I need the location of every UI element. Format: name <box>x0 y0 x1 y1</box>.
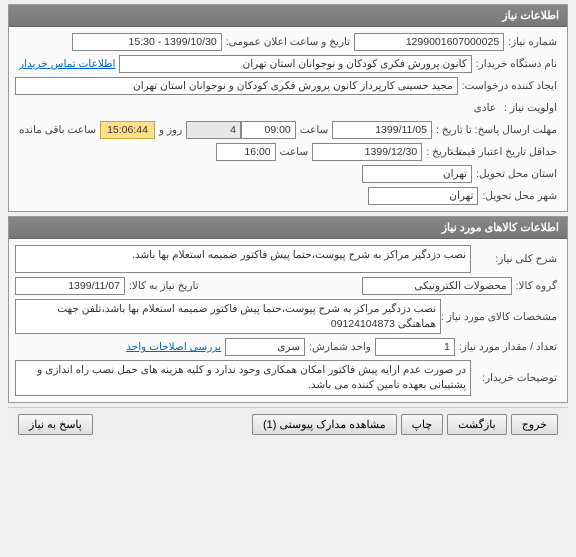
row-deadline: مهلت ارسال پاسخ: تا تاریخ : 1399/11/05 س… <box>15 119 561 141</box>
label-validity-time: ساعت <box>276 146 313 158</box>
row-group: گروه کالا: محصولات الکترونیکی تاریخ نیاز… <box>15 275 561 297</box>
field-general-desc[interactable]: نصب دزدگیر مراکز به شرح پیوست،حتما پیش ف… <box>15 245 471 273</box>
panel1-header: اطلاعات نیاز <box>9 5 567 27</box>
field-group[interactable]: محصولات الکترونیکی <box>362 277 512 295</box>
field-buyer-name[interactable]: کانون پرورش فکری کودکان و نوجوانان استان… <box>119 55 471 73</box>
button-bar: خروج بازگشت چاپ مشاهده مدارک پیوستی (1) … <box>8 407 568 441</box>
need-info-panel: اطلاعات نیاز شماره نیاز: 129900160700002… <box>8 4 568 212</box>
spacer <box>97 414 248 435</box>
field-validity-date[interactable]: 1399/12/30 <box>312 143 422 161</box>
row-priority: اولویت نیاز : عادی <box>15 97 561 119</box>
label-need-date: تاریخ نیاز به کالا: <box>125 280 203 292</box>
label-city: شهر محل تحویل: <box>478 190 561 202</box>
field-validity-time[interactable]: 16:00 <box>216 143 276 161</box>
row-need-number: شماره نیاز: 1299001607000025 تاریخ و ساع… <box>15 31 561 53</box>
label-group: گروه کالا: <box>512 280 561 292</box>
label-buyer-notes: توضیحات خریدار: <box>471 372 561 384</box>
row-specs: مشخصات کالای مورد نیاز : نصب دزدگیر مراک… <box>15 297 561 336</box>
label-unit: واحد شمارش: <box>305 341 375 353</box>
row-city: شهر محل تحویل: تهران <box>15 185 561 207</box>
label-specs: مشخصات کالای مورد نیاز : <box>441 311 561 323</box>
label-creator: ایجاد کننده درخواست: <box>458 80 561 92</box>
panel1-body: شماره نیاز: 1299001607000025 تاریخ و ساع… <box>9 27 567 211</box>
field-specs[interactable]: نصب دزدگیر مراکز به شرح پیوست،حتما پیش ف… <box>15 299 441 334</box>
row-min-validity: حداقل تاریخ اعتبار قیمت: تا تاریخ : 1399… <box>15 141 561 163</box>
goods-info-panel: اطلاعات کالاهای مورد نیاز شرح کلی نیاز: … <box>8 216 568 403</box>
label-general-desc: شرح کلی نیاز: <box>471 253 561 265</box>
field-need-number[interactable]: 1299001607000025 <box>354 33 504 51</box>
field-quantity[interactable]: 1 <box>375 338 455 356</box>
field-province[interactable]: تهران <box>362 165 472 183</box>
back-button[interactable]: بازگشت <box>447 414 507 435</box>
label-days-and: روز و <box>155 124 186 136</box>
label-announce-date: تاریخ و ساعت اعلان عمومی: <box>222 36 354 48</box>
label-until-date: تا تاریخ : <box>422 146 466 158</box>
field-creator[interactable]: مجید حسینی کارپرداز کانون پرورش فکری کود… <box>15 77 458 95</box>
link-unit-review[interactable]: بررسی اصلاحات واحد <box>122 341 225 353</box>
label-quantity: تعداد / مقدار مورد نیاز: <box>455 341 561 353</box>
field-city[interactable]: تهران <box>368 187 478 205</box>
row-quantity: تعداد / مقدار مورد نیاز: 1 واحد شمارش: س… <box>15 336 561 358</box>
label-deadline: مهلت ارسال پاسخ: تا تاریخ : <box>432 124 561 136</box>
label-deadline-time: ساعت <box>296 124 333 136</box>
label-min-validity: حداقل تاریخ اعتبار قیمت: <box>466 146 561 158</box>
panel2-header: اطلاعات کالاهای مورد نیاز <box>9 217 567 239</box>
field-days-left: 4 <box>186 121 241 139</box>
panel2-body: شرح کلی نیاز: نصب دزدگیر مراکز به شرح پی… <box>9 239 567 402</box>
field-buyer-notes[interactable]: در صورت عدم ارایه پیش فاکتور امکان همکار… <box>15 360 471 395</box>
countdown-timer: 15:06:44 <box>100 121 155 139</box>
link-buyer-contact[interactable]: اطلاعات تماس خریدار <box>15 58 119 70</box>
label-province: استان محل تحویل: <box>472 168 561 180</box>
field-announce-date[interactable]: 1399/10/30 - 15:30 <box>72 33 222 51</box>
label-time-left: ساعت باقی مانده <box>15 124 100 136</box>
label-priority: اولویت نیاز : <box>500 102 561 114</box>
label-need-number: شماره نیاز: <box>504 36 561 48</box>
value-priority: عادی <box>470 102 500 114</box>
label-buyer-name: نام دستگاه خریدار: <box>472 58 561 70</box>
row-province: استان محل تحویل: تهران <box>15 163 561 185</box>
row-general-desc: شرح کلی نیاز: نصب دزدگیر مراکز به شرح پی… <box>15 243 561 275</box>
field-unit[interactable]: سری <box>225 338 305 356</box>
row-buyer-notes: توضیحات خریدار: در صورت عدم ارایه پیش فا… <box>15 358 561 397</box>
row-creator: ایجاد کننده درخواست: مجید حسینی کارپرداز… <box>15 75 561 97</box>
reply-button[interactable]: پاسخ به نیاز <box>18 414 93 435</box>
exit-button[interactable]: خروج <box>511 414 558 435</box>
field-deadline-time[interactable]: 09:00 <box>241 121 296 139</box>
print-button[interactable]: چاپ <box>401 414 444 435</box>
field-need-date[interactable]: 1399/11/07 <box>15 277 125 295</box>
attachments-button[interactable]: مشاهده مدارک پیوستی (1) <box>252 414 397 435</box>
row-buyer-name: نام دستگاه خریدار: کانون پرورش فکری کودک… <box>15 53 561 75</box>
field-deadline-date[interactable]: 1399/11/05 <box>332 121 432 139</box>
